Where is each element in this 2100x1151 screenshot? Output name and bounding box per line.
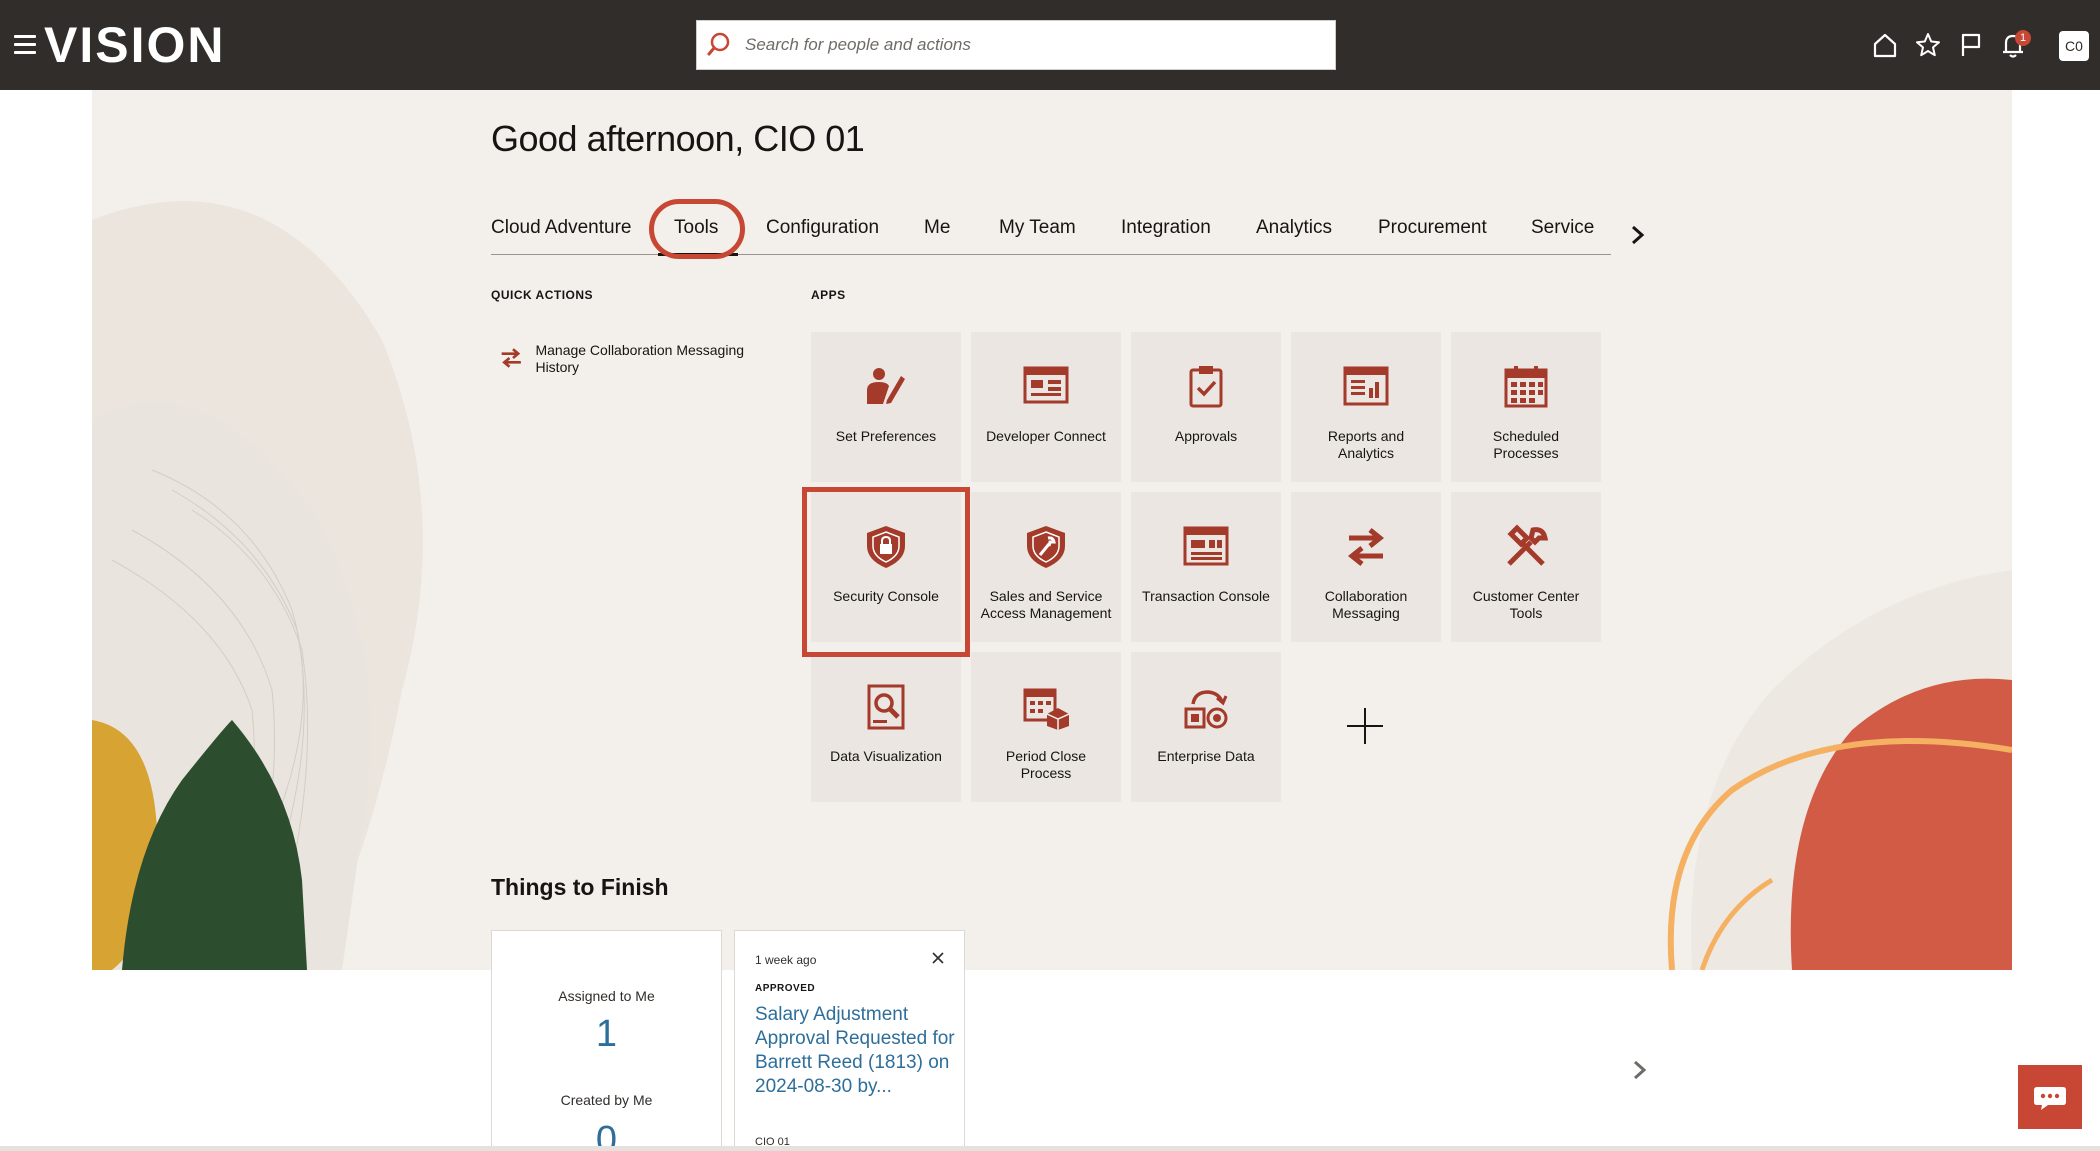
task-card[interactable]: 1 week ago APPROVED Salary Adjustment Ap… xyxy=(734,930,965,1151)
tab-cloud-adventure[interactable]: Cloud Adventure xyxy=(491,217,632,239)
security-console-highlight xyxy=(802,487,970,657)
swap-arrows-icon xyxy=(1347,528,1385,566)
things-to-finish-summary-card: Assigned to Me 1 Created by Me 0 xyxy=(491,930,722,1151)
bottom-edge xyxy=(0,1146,2100,1151)
things-to-finish-heading: Things to Finish xyxy=(491,874,669,900)
quick-action-label: Manage Collaboration Messaging History xyxy=(535,342,745,375)
search-icon xyxy=(707,32,730,56)
watchlist-flag-icon[interactable] xyxy=(1956,30,1986,60)
tools-tab-highlight xyxy=(649,199,745,259)
user-avatar[interactable]: C0 xyxy=(2059,31,2089,61)
favorites-star-icon[interactable] xyxy=(1913,30,1943,60)
home-icon[interactable] xyxy=(1870,30,1900,60)
app-tile-set-preferences[interactable]: Set Preferences xyxy=(811,332,961,482)
tab-me[interactable]: Me xyxy=(924,217,950,239)
global-header: VISION 1 C0 xyxy=(0,0,2100,90)
app-logo[interactable]: VISION xyxy=(44,16,225,74)
enterprise-data-icon xyxy=(1184,690,1228,729)
chat-button[interactable] xyxy=(2018,1065,2082,1129)
task-time: 1 week ago xyxy=(755,953,817,967)
app-tile-approvals[interactable]: Approvals xyxy=(1131,332,1281,482)
quick-actions-heading: QUICK ACTIONS xyxy=(491,288,594,302)
transaction-console-icon xyxy=(1183,526,1229,566)
app-tile-period-close-process[interactable]: Period Close Process xyxy=(971,652,1121,802)
developer-connect-icon xyxy=(1023,366,1069,404)
assigned-to-me-label: Assigned to Me xyxy=(558,988,655,1004)
close-icon[interactable] xyxy=(929,949,947,967)
task-title-link[interactable]: Salary Adjustment Approval Requested for… xyxy=(755,1003,955,1099)
app-tile-transaction-console[interactable]: Transaction Console xyxy=(1131,492,1281,642)
tab-integration[interactable]: Integration xyxy=(1121,217,1211,239)
app-tile-reports-and-analytics[interactable]: Reports and Analytics xyxy=(1291,332,1441,482)
add-app-button[interactable] xyxy=(1291,652,1441,802)
task-status-badge: APPROVED xyxy=(755,983,816,994)
tab-analytics[interactable]: Analytics xyxy=(1256,217,1332,239)
page-greeting: Good afternoon, CIO 01 xyxy=(491,118,865,159)
app-tile-data-visualization[interactable]: Data Visualization xyxy=(811,652,961,802)
clipboard-check-icon xyxy=(1189,366,1223,408)
calendar-icon xyxy=(1504,366,1548,408)
app-tile-developer-connect[interactable]: Developer Connect xyxy=(971,332,1121,482)
tab-procurement[interactable]: Procurement xyxy=(1378,217,1487,239)
app-tile-scheduled-processes[interactable]: Scheduled Processes xyxy=(1451,332,1601,482)
chat-icon xyxy=(2034,1087,2066,1110)
swap-arrows-icon xyxy=(501,348,521,368)
global-search[interactable] xyxy=(696,20,1336,70)
reports-icon xyxy=(1343,366,1389,406)
apps-heading: APPS xyxy=(811,288,846,302)
tab-service[interactable]: Service xyxy=(1531,217,1594,239)
quick-action-manage-collaboration-messaging-history[interactable]: Manage Collaboration Messaging History xyxy=(499,342,759,376)
tools-icon xyxy=(1507,524,1549,566)
period-close-icon xyxy=(1023,688,1069,730)
set-preferences-icon xyxy=(867,368,905,404)
things-to-finish-next-chevron-icon[interactable] xyxy=(1629,1056,1651,1084)
assigned-to-me-count[interactable]: 1 xyxy=(492,1013,721,1056)
tab-configuration[interactable]: Configuration xyxy=(766,217,879,239)
tab-my-team[interactable]: My Team xyxy=(999,217,1076,239)
data-visualization-icon xyxy=(867,684,905,730)
tabs-next-chevron-icon[interactable] xyxy=(1626,220,1650,250)
created-by-me-label: Created by Me xyxy=(560,1092,653,1108)
plus-icon xyxy=(1347,708,1383,744)
app-tile-collaboration-messaging[interactable]: Collaboration Messaging xyxy=(1291,492,1441,642)
app-tile-customer-center-tools[interactable]: Customer Center Tools xyxy=(1451,492,1601,642)
app-tile-enterprise-data[interactable]: Enterprise Data xyxy=(1131,652,1281,802)
navigator-menu-icon[interactable] xyxy=(14,35,36,55)
app-tile-sales-and-service-access-management[interactable]: Sales and Service Access Management xyxy=(971,492,1121,642)
search-input[interactable] xyxy=(745,35,1305,55)
shield-wrench-icon xyxy=(1027,526,1065,568)
notifications-badge: 1 xyxy=(2015,30,2031,46)
